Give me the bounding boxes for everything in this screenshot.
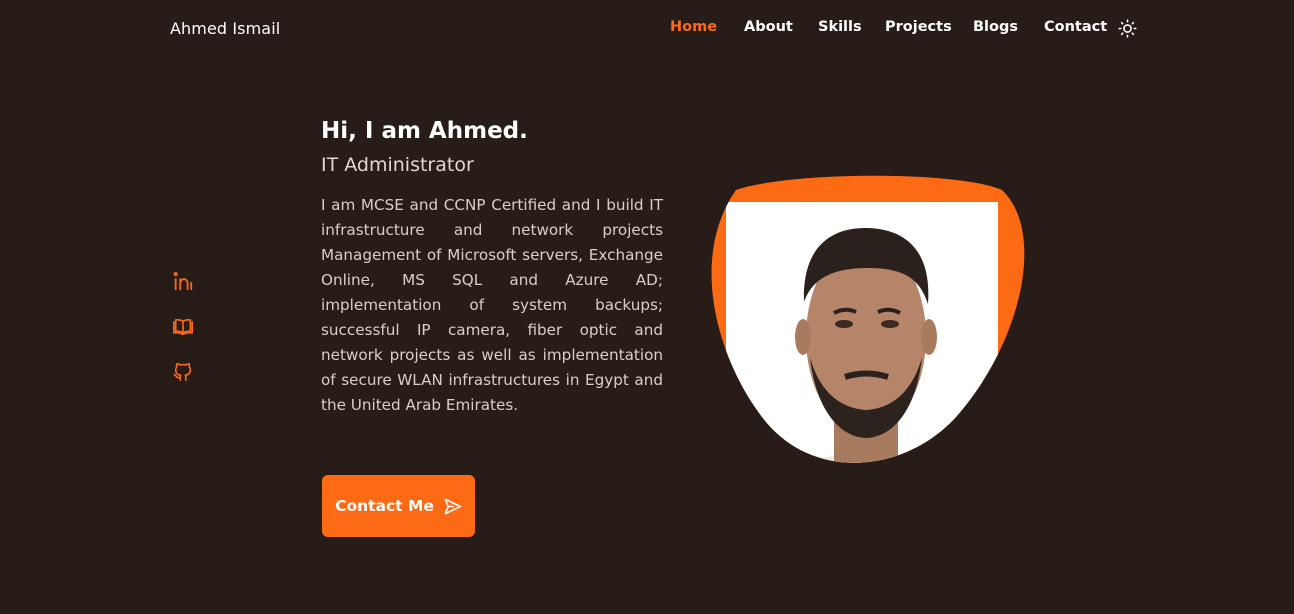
linkedin-icon (173, 272, 193, 291)
hero-subtitle: IT Administrator (321, 154, 474, 176)
nav-blogs[interactable]: Blogs (973, 19, 1018, 35)
social-links (172, 270, 196, 405)
nav-projects[interactable]: Projects (885, 19, 952, 35)
theme-toggle-button[interactable] (1118, 19, 1137, 38)
github-link[interactable] (172, 360, 194, 382)
nav-skills[interactable]: Skills (818, 19, 862, 35)
sun-icon (1118, 19, 1137, 38)
nav-home[interactable]: Home (670, 19, 717, 35)
main-nav: Home About Skills Projects Blogs Contact (0, 19, 1294, 41)
github-icon (173, 362, 192, 381)
profile-photo (711, 175, 1025, 463)
hero-title: Hi, I am Ahmed. (321, 118, 528, 144)
nav-contact[interactable]: Contact (1044, 19, 1107, 35)
send-icon (444, 498, 462, 514)
contact-me-button[interactable]: Contact Me (322, 475, 475, 537)
profile-photo-frame (706, 172, 1028, 472)
page: Ahmed Ismail Home About Skills Projects … (0, 0, 1294, 614)
linkedin-link[interactable] (172, 270, 194, 292)
book-icon (173, 318, 193, 336)
hero-description: I am MCSE and CCNP Certified and I build… (321, 196, 663, 414)
nav-about[interactable]: About (744, 19, 793, 35)
blog-link[interactable] (172, 315, 194, 337)
contact-me-label: Contact Me (335, 497, 434, 515)
